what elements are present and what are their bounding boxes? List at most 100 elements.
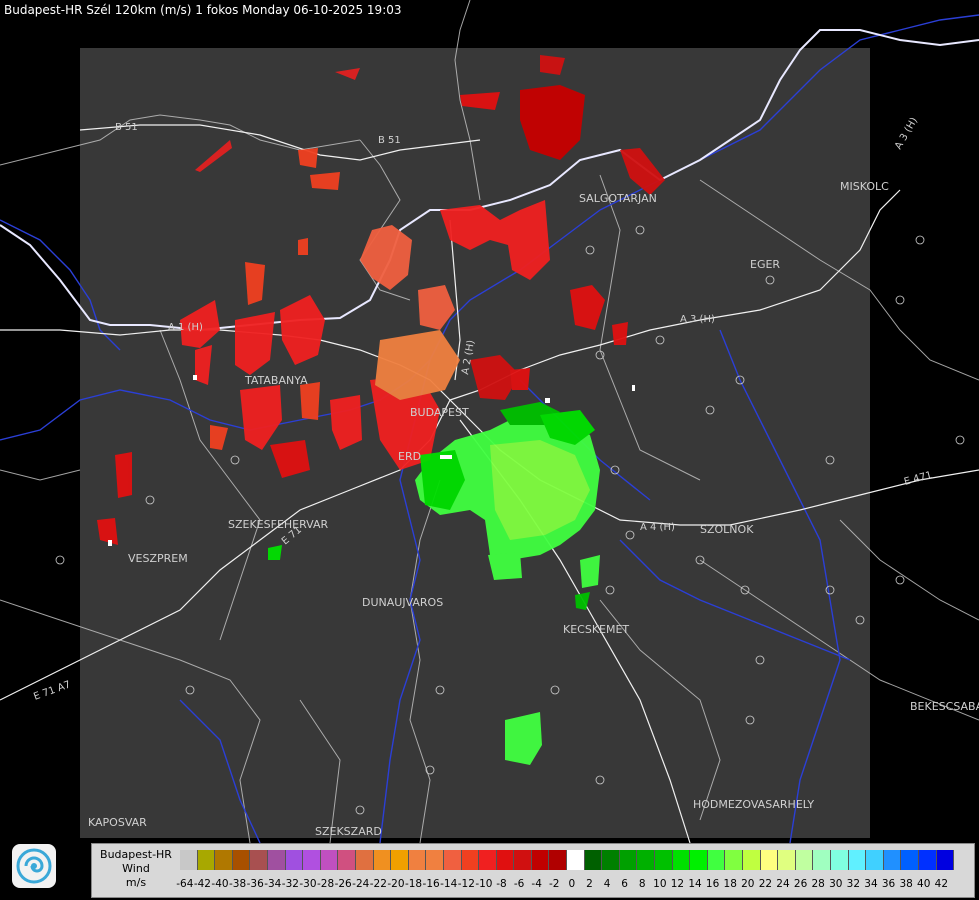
road-label: A 1 (H) [168,322,203,333]
legend-tick-label: 26 [793,878,808,890]
legend-swatch [584,850,603,870]
legend-swatch [461,850,480,870]
legend-tick-label: 0 [568,878,576,890]
legend-tick-label: -18 [404,878,423,890]
legend-tick-label: 20 [741,878,755,890]
legend-swatch [690,850,708,870]
legend-tick-label: -40 [211,878,229,890]
legend-swatch [725,850,743,870]
legend-tick-label: -24 [352,878,370,890]
legend-tick-label: -32 [281,878,299,890]
legend-tick-label: -30 [299,878,317,890]
legend-swatch [479,850,497,870]
road-label: A 3 (H) [680,314,715,325]
color-legend: Budapest-HR Wind m/s -64 -42 -40 -38 -36 -34-… [91,843,975,898]
legend-swatch [496,850,515,870]
legend-swatch [267,850,286,870]
city-label: SZEKSZARD [315,825,382,838]
legend-swatch [918,850,937,870]
legend-tick-label: 28 [811,878,825,890]
legend-swatch [197,850,216,870]
legend-swatches [180,850,955,870]
legend-swatch [514,850,532,870]
city-label: DUNAUJVAROS [362,596,443,609]
city-label: BEKESCSABA [910,700,979,713]
legend-tick-label: -16 [422,878,440,890]
legend-swatch [760,850,779,870]
city-label: KAPOSVAR [88,816,147,829]
legend-swatch [408,850,427,870]
legend-tick-label: -38 [229,878,247,890]
legend-tick-label: 8 [638,878,646,890]
city-label: BUDAPEST [410,406,469,419]
legend-tick-label: -20 [387,878,405,890]
legend-swatch [443,850,462,870]
legend-tick-label: 36 [881,878,896,890]
legend-tick-label: 6 [621,878,628,890]
legend-tick-label: 22 [758,878,773,890]
legend-swatch [848,850,867,870]
legend-tick-label: 34 [864,878,878,890]
legend-swatch [232,850,251,870]
legend-tick-label: -64 [176,878,194,890]
legend-tick-label: 42 [934,878,949,890]
radar-map: B 51 B 51 A 3 (H) A 3 (H) A 1 (H) A 2 (H… [0,0,979,843]
legend-tick-label: -26 [334,878,352,890]
city-label: HODMEZOVASARHELY [693,798,814,811]
legend-swatch [373,850,392,870]
legend-swatch [637,850,656,870]
road-label: E 71 A7 [32,679,72,703]
legend-tick-label: 2 [586,878,593,890]
legend-tick-label: -14 [440,878,458,890]
legend-tick-label: 18 [723,878,737,890]
city-label: EGER [750,258,780,271]
legend-swatch [549,850,568,870]
legend-tick-label: -8 [496,878,507,890]
legend-swatch [338,850,356,870]
legend-tick-label: 16 [705,878,720,890]
legend-swatch [531,850,550,870]
legend-swatch [743,850,761,870]
legend-swatch [707,850,726,870]
legend-tick-label: -22 [369,878,387,890]
legend-tick-label: -34 [264,878,282,890]
legend-swatch [830,850,849,870]
city-label: SZOLNOK [700,523,754,536]
legend-swatch [901,850,919,870]
legend-swatch [795,850,814,870]
legend-swatch [813,850,831,870]
legend-unit: m/s [125,876,147,889]
legend-swatch [426,850,444,870]
legend-swatch [778,850,796,870]
legend-tick-label: 4 [603,878,611,890]
legend-tick-label: 14 [688,878,702,890]
legend-tick-label: -36 [246,878,264,890]
legend-swatch [883,850,902,870]
legend-swatch [215,850,233,870]
legend-label: Budapest-HR Wind m/s [92,844,180,897]
legend-tick-label: 12 [670,878,685,890]
city-label: SALGOTARJAN [579,192,657,205]
road-label: A 4 (H) [640,522,675,533]
legend-swatch [567,850,585,870]
legend-tick-label: -28 [316,878,335,890]
legend-tick-label: -6 [513,878,525,890]
legend-swatch [936,850,955,870]
legend-swatch [602,850,620,870]
city-label: VESZPREM [128,552,188,565]
road-label: B 51 [378,135,401,146]
legend-tick-label: -42 [193,878,211,890]
legend-swatch [672,850,691,870]
road-label: E 471 [903,470,933,488]
legend-tick-label: 40 [917,878,931,890]
legend-tick-label: 32 [846,878,861,890]
city-label: SZEKESFEHERVAR [228,518,329,531]
city-label: ERD [398,450,421,463]
legend-tick-label: -2 [549,878,560,890]
legend-swatch [866,850,884,870]
legend-tick-label: 24 [776,878,790,890]
legend-swatch [320,850,339,870]
legend-swatch [180,850,198,870]
legend-tick-label: 10 [653,878,667,890]
legend-tick-label: -12 [457,878,475,890]
